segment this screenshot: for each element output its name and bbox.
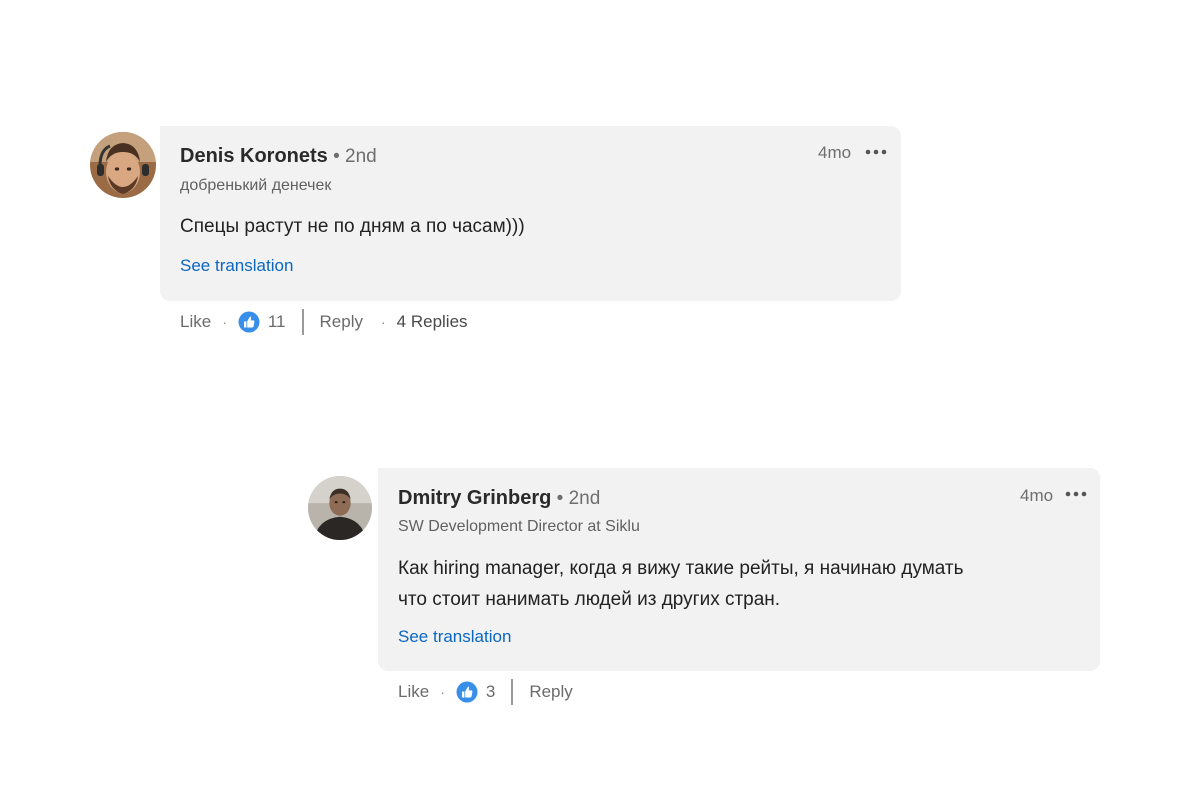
comment-actions: Like · 3 Reply [398,679,573,705]
avatar[interactable] [308,476,372,540]
reply-button[interactable]: Reply [320,312,363,332]
comment-body-line: Как hiring manager, когда я вижу такие р… [398,558,964,579]
thumbs-up-reaction-icon[interactable] [238,311,260,333]
comment-body-line: Спецы растут не по дням а по часам))) [180,216,525,237]
view-replies-link[interactable]: 4 Replies [397,312,468,332]
comment-body: Как hiring manager, когда я вижу такие р… [398,553,964,615]
author-headline: добренький денечек [180,177,332,194]
thumbs-up-reaction-icon[interactable] [456,681,478,703]
connection-degree: • 2nd [551,488,601,509]
comment-actions: Like · 11 Reply · 4 Replies [180,309,468,335]
reaction-count[interactable]: 3 [486,682,495,702]
author-line: Denis Koronets • 2nd [180,145,377,168]
avatar[interactable] [90,132,156,198]
reply-button[interactable]: Reply [529,682,572,702]
author-name[interactable]: Denis Koronets [180,145,328,167]
author-headline: SW Development Director at Siklu [398,518,640,535]
comment-timestamp: 4mo [1020,486,1054,505]
comment-timestamp: 4mo [818,143,852,162]
separator-dot: · [440,684,445,700]
separator-dot: · [380,314,386,330]
reaction-count[interactable]: 11 [268,312,286,332]
see-translation-link[interactable]: See translation [398,627,511,647]
connection-degree: • 2nd [327,146,377,167]
more-horizontal-icon[interactable] [864,147,888,157]
like-button[interactable]: Like [398,682,429,702]
see-translation-link[interactable]: See translation [180,256,293,276]
divider [511,679,514,705]
separator-dot: · [222,314,227,330]
author-name[interactable]: Dmitry Grinberg [398,487,551,509]
divider [301,309,304,335]
comment-body-line: что стоит нанимать людей из других стран… [398,589,781,610]
more-horizontal-icon[interactable] [1064,489,1088,499]
like-button[interactable]: Like [180,312,211,332]
author-line: Dmitry Grinberg • 2nd [398,487,600,510]
comment-body: Спецы растут не по дням а по часам))) [180,211,525,242]
